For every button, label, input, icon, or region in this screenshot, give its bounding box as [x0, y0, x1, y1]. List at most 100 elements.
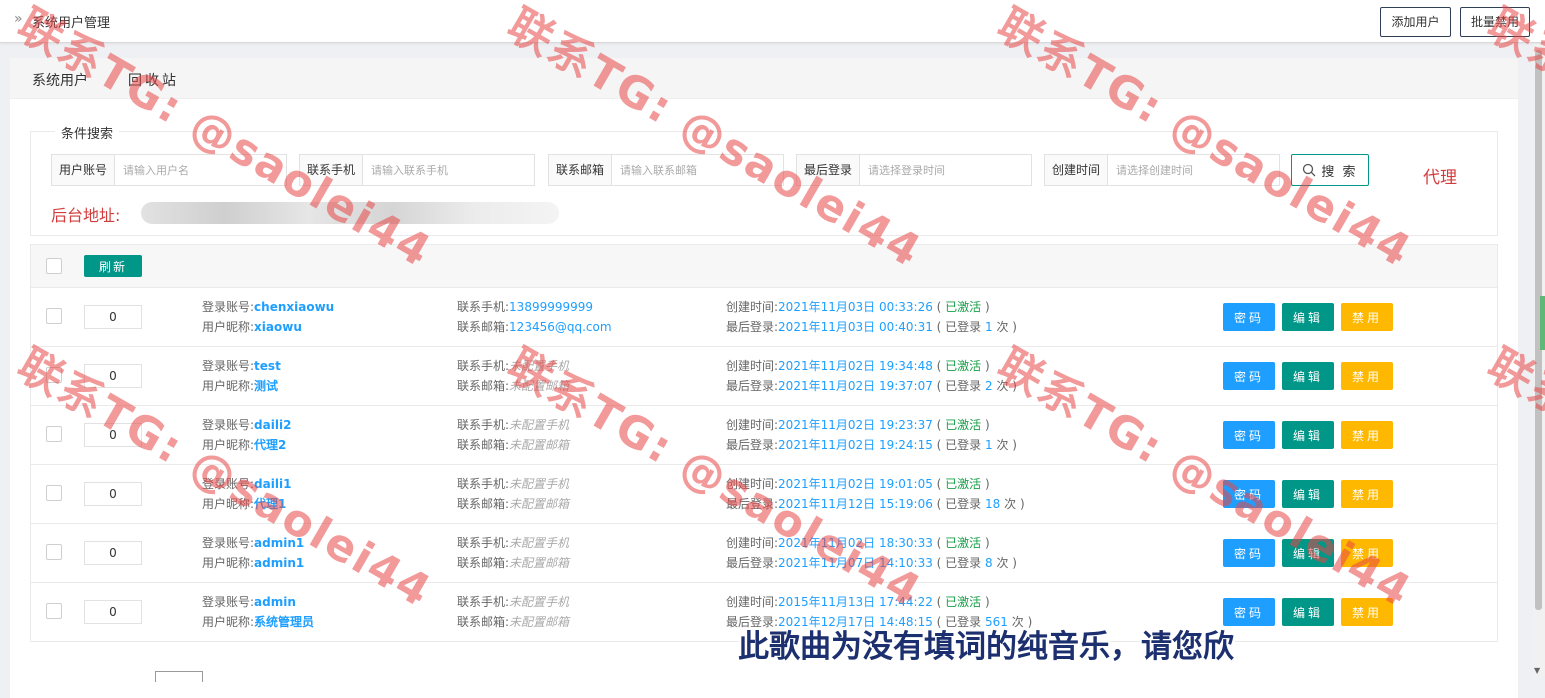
sort-order-input[interactable] — [84, 305, 142, 329]
login-open: ( — [932, 497, 946, 511]
tab-recycle-bin[interactable]: 回收站 — [128, 70, 179, 90]
sort-order-input[interactable] — [84, 600, 142, 624]
select-all-checkbox[interactable] — [46, 258, 62, 274]
email-label: 联系邮箱: — [457, 556, 510, 570]
phone-value: 未配置手机 — [509, 359, 570, 373]
last-login-search-field: 最后登录 — [796, 154, 1032, 186]
account-label: 登录账号: — [202, 359, 255, 373]
nickname-label: 用户昵称: — [202, 497, 255, 511]
disable-button[interactable]: 禁用 — [1341, 539, 1393, 567]
account-value: admin1 — [254, 536, 305, 550]
row-checkbox[interactable] — [46, 426, 62, 442]
account-search-field: 用户账号 — [51, 154, 287, 186]
disable-button[interactable]: 禁用 — [1341, 421, 1393, 449]
created-label: 创建时间: — [726, 359, 779, 373]
email-label: 联系邮箱: — [457, 379, 510, 393]
main-card: 系统用户 回收站 条件搜索 用户账号 联系手机 联系邮箱 最后登录 创建时间 — [10, 58, 1518, 698]
phone-label: 联系手机: — [457, 595, 510, 609]
table-row: 登录账号:test 用户昵称:测试 联系手机:未配置手机联系邮箱:未配置邮箱 创建时间… — [31, 347, 1497, 406]
created-value: 2021年11月02日 18:30:33 — [778, 536, 933, 550]
row-checkbox[interactable] — [46, 367, 62, 383]
login-count: 18 — [985, 497, 1001, 511]
row-checkbox[interactable] — [46, 308, 62, 324]
edit-button[interactable]: 编辑 — [1282, 421, 1334, 449]
scroll-down-arrow-icon[interactable]: ▼ — [1534, 666, 1540, 675]
last-login-value: 2021年11月02日 19:37:07 — [778, 379, 933, 393]
created-value: 2021年11月02日 19:01:05 — [778, 477, 933, 491]
disable-button[interactable]: 禁用 — [1341, 480, 1393, 508]
password-button[interactable]: 密码 — [1223, 362, 1275, 390]
status-open: ( — [932, 300, 946, 314]
status-open: ( — [932, 477, 946, 491]
sort-order-input[interactable] — [84, 423, 142, 447]
phone-search-input[interactable] — [363, 155, 534, 185]
login-close: ) — [1008, 320, 1017, 334]
login-suffix: 次 — [1004, 497, 1017, 511]
nickname-value: 系统管理员 — [254, 615, 315, 629]
phone-label: 联系手机: — [457, 300, 510, 314]
row-actions: 密码 编辑 禁用 — [1223, 421, 1393, 449]
row-checkbox[interactable] — [46, 485, 62, 501]
redacted-address — [141, 202, 559, 224]
status-open: ( — [932, 595, 946, 609]
status-badge: 已激活 — [945, 477, 982, 491]
edit-button[interactable]: 编辑 — [1282, 598, 1334, 626]
sort-order-input[interactable] — [84, 541, 142, 565]
status-open: ( — [932, 418, 946, 432]
contact-cell: 联系手机:未配置手机 联系邮箱:未配置邮箱 — [457, 474, 569, 514]
edit-button[interactable]: 编辑 — [1282, 480, 1334, 508]
created-search-label: 创建时间 — [1045, 155, 1109, 185]
time-cell: 创建时间:2021年11月02日 19:34:48 ( 已激活 ) 最后登录:20… — [726, 356, 1017, 396]
tab-system-users[interactable]: 系统用户 — [32, 70, 88, 90]
email-label: 联系邮箱: — [457, 615, 510, 629]
last-login-search-input[interactable] — [860, 155, 1031, 185]
edit-button[interactable]: 编辑 — [1282, 362, 1334, 390]
account-search-input[interactable] — [115, 155, 286, 185]
phone-label: 联系手机: — [457, 418, 510, 432]
search-icon — [1303, 163, 1316, 177]
created-label: 创建时间: — [726, 418, 779, 432]
email-search-input[interactable] — [612, 155, 783, 185]
backend-address-label: 后台地址: — [51, 206, 121, 225]
search-fieldset: 条件搜索 用户账号 联系手机 联系邮箱 最后登录 创建时间 搜 索 — [30, 123, 1498, 236]
row-checkbox[interactable] — [46, 603, 62, 619]
email-value: 未配置邮箱 — [509, 615, 570, 629]
status-close: ) — [981, 359, 990, 373]
edit-button[interactable]: 编辑 — [1282, 539, 1334, 567]
row-actions: 密码 编辑 禁用 — [1223, 362, 1393, 390]
disable-button[interactable]: 禁用 — [1341, 303, 1393, 331]
login-count: 2 — [985, 379, 993, 393]
login-open: ( — [932, 556, 946, 570]
add-user-button[interactable]: 添加用户 — [1380, 7, 1451, 37]
status-open: ( — [932, 359, 946, 373]
password-button[interactable]: 密码 — [1223, 539, 1275, 567]
password-button[interactable]: 密码 — [1223, 303, 1275, 331]
contact-cell: 联系手机:未配置手机 联系邮箱:未配置邮箱 — [457, 533, 569, 573]
row-checkbox[interactable] — [46, 544, 62, 560]
table-header: 刷新 — [31, 245, 1497, 288]
account-cell: 登录账号:daili1 用户昵称:代理1 — [202, 474, 291, 514]
account-label: 登录账号: — [202, 418, 255, 432]
created-search-input[interactable] — [1108, 155, 1279, 185]
login-count: 8 — [985, 556, 993, 570]
search-button-label: 搜 索 — [1321, 164, 1358, 180]
sort-order-input[interactable] — [84, 482, 142, 506]
edit-button[interactable]: 编辑 — [1282, 303, 1334, 331]
search-button[interactable]: 搜 索 — [1291, 154, 1369, 186]
password-button[interactable]: 密码 — [1223, 480, 1275, 508]
phone-label: 联系手机: — [457, 359, 510, 373]
disable-button[interactable]: 禁用 — [1341, 598, 1393, 626]
status-badge: 已激活 — [945, 536, 982, 550]
refresh-button[interactable]: 刷新 — [84, 255, 142, 277]
row-actions: 密码 编辑 禁用 — [1223, 539, 1393, 567]
last-login-search-label: 最后登录 — [797, 155, 861, 185]
sort-order-input[interactable] — [84, 364, 142, 388]
disable-button[interactable]: 禁用 — [1341, 362, 1393, 390]
batch-disable-button[interactable]: 批量禁用 — [1460, 7, 1530, 37]
password-button[interactable]: 密码 — [1223, 421, 1275, 449]
account-label: 登录账号: — [202, 595, 255, 609]
vertical-scrollbar[interactable]: ▼ — [1533, 44, 1545, 677]
row-actions: 密码 编辑 禁用 — [1223, 598, 1393, 626]
table-body: 登录账号:chenxiaowu用户昵称:xiaowu联系手机:138999999… — [31, 288, 1497, 641]
created-label: 创建时间: — [726, 536, 779, 550]
